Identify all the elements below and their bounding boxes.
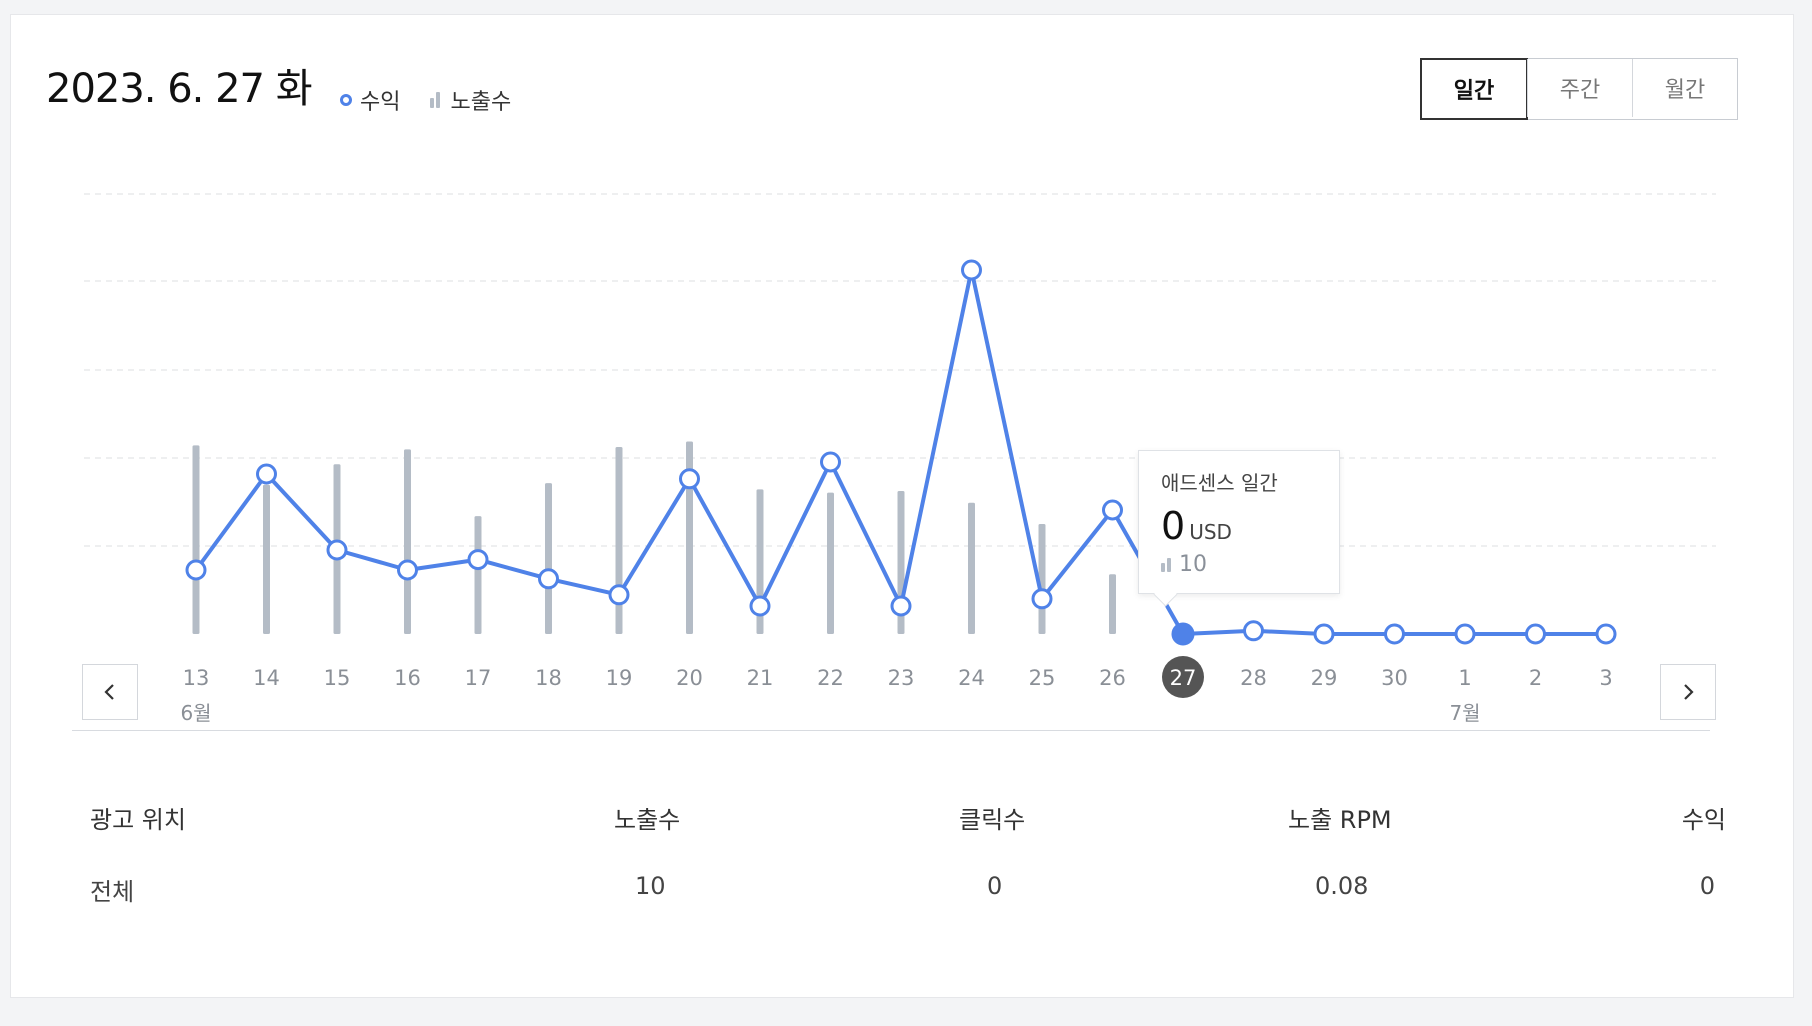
- revenue-point: [1384, 623, 1405, 645]
- month-label: 6월: [180, 701, 211, 725]
- x-tick-label: 27: [1170, 666, 1197, 690]
- x-tick-label: 3: [1599, 666, 1612, 690]
- col-revenue: 수익: [1681, 806, 1726, 834]
- revenue-point: [538, 568, 559, 590]
- tooltip-unit: USD: [1189, 520, 1232, 544]
- row-clicks: 0: [987, 872, 1003, 900]
- revenue-point: [1525, 623, 1546, 645]
- impressions-bar: [968, 502, 975, 634]
- revenue-point: [1313, 623, 1335, 645]
- x-tick-label: 29: [1311, 666, 1338, 690]
- revenue-point: [890, 595, 912, 617]
- x-tick-label: 26: [1099, 666, 1126, 690]
- impressions-bar: [192, 445, 200, 634]
- x-tick-label: 16: [394, 666, 421, 690]
- row-placement: 전체: [90, 878, 135, 906]
- revenue-point: [256, 463, 277, 485]
- revenue-point: [608, 584, 630, 606]
- tooltip-title: 애드센스 일간: [1161, 471, 1278, 495]
- tooltip-impressions-value: 10: [1179, 552, 1207, 577]
- x-tick-label: 30: [1381, 666, 1408, 690]
- chart-tooltip: 애드센스 일간 0 USD 10: [1138, 450, 1340, 594]
- impressions-bar: [545, 483, 552, 634]
- impressions-bar: [263, 484, 270, 634]
- x-tick-label: 14: [253, 666, 280, 690]
- x-tick-label: 13: [183, 666, 210, 690]
- x-tick-label: 28: [1240, 666, 1267, 690]
- revenue-point: [1102, 499, 1123, 521]
- tooltip-revenue-value: 0: [1161, 504, 1186, 548]
- chevron-left-icon: [104, 684, 114, 700]
- x-tick-label: 17: [465, 666, 492, 690]
- revenue-point: [326, 539, 348, 561]
- impressions-bar: [827, 492, 834, 634]
- revenue-point: [749, 595, 771, 617]
- prev-period-button[interactable]: [82, 664, 138, 720]
- revenue-point: [185, 559, 207, 581]
- x-tick-label: 19: [606, 666, 633, 690]
- chevron-right-icon: [1684, 684, 1694, 700]
- col-rpm: 노출 RPM: [1288, 806, 1392, 834]
- revenue-point: [1031, 588, 1053, 610]
- row-rpm: 0.08: [1315, 872, 1369, 900]
- impressions-bar: [615, 447, 623, 634]
- divider: [72, 730, 1710, 731]
- impressions-bar: [1109, 574, 1116, 634]
- row-impressions: 10: [635, 872, 666, 900]
- revenue-point: [1171, 622, 1195, 646]
- x-tick-label: 15: [324, 666, 351, 690]
- x-tick-label: 20: [676, 666, 703, 690]
- x-tick-label: 21: [747, 666, 774, 690]
- x-tick-label: 18: [535, 666, 562, 690]
- col-ad-placement: 광고 위치: [90, 806, 186, 834]
- impressions-bar: [474, 516, 482, 634]
- x-tick-label: 24: [958, 666, 985, 690]
- row-revenue: 0: [1699, 872, 1715, 900]
- col-impressions: 노출수: [614, 806, 681, 834]
- x-tick-label: 2: [1529, 666, 1542, 690]
- month-label: 7월: [1449, 701, 1480, 725]
- revenue-point: [1454, 623, 1476, 645]
- next-period-button[interactable]: [1660, 664, 1716, 720]
- revenue-point: [467, 549, 489, 571]
- revenue-point: [820, 451, 841, 473]
- x-tick-label: 23: [888, 666, 915, 690]
- bar-chart-icon: [1161, 557, 1173, 572]
- x-tick-label: 22: [817, 666, 844, 690]
- revenue-point: [1595, 623, 1617, 645]
- col-clicks: 클릭수: [959, 806, 1026, 834]
- impressions-bar: [404, 449, 411, 634]
- revenue-point: [1243, 620, 1264, 642]
- revenue-point: [397, 559, 418, 581]
- revenue-point: [679, 468, 700, 490]
- x-tick-label: 1: [1458, 666, 1471, 690]
- revenue-impressions-chart: 13 14 15 16 17 18 19 20 21 22 23 24 25 26 27 28 29 30 1 2 36…: [84, 193, 1716, 725]
- revenue-point: [961, 259, 982, 281]
- x-tick-label: 25: [1029, 666, 1056, 690]
